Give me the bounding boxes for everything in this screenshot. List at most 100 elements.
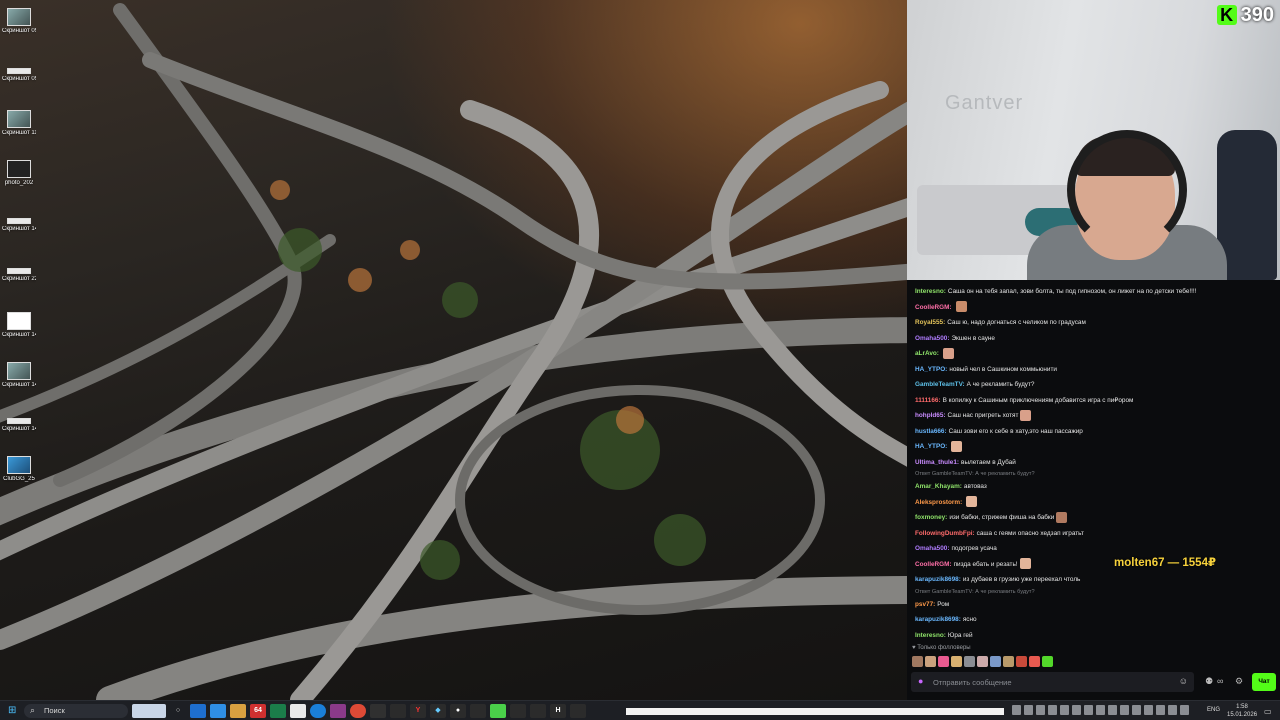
headset <box>1067 130 1187 250</box>
chat-send-button[interactable]: Чат <box>1252 673 1276 691</box>
gear-icon[interactable]: ⚙ <box>1235 676 1243 687</box>
desktop-app-icon[interactable]: ClubGG_25 <box>2 456 36 483</box>
chat-message: FollowingDumbFpi: саша с геями опасно хед… <box>915 526 1275 542</box>
emoji-icon[interactable]: ☺ <box>1179 676 1188 686</box>
outlook-icon[interactable] <box>190 704 206 718</box>
tray-icon[interactable] <box>1012 705 1021 715</box>
tray-icon[interactable] <box>1072 705 1081 715</box>
tray-icon[interactable] <box>1156 705 1165 715</box>
app-icon[interactable] <box>470 704 486 718</box>
desktop-file-icon[interactable]: Скриншот 22_15_06.jpg <box>2 262 36 283</box>
chat-username[interactable]: Ultima_thule1: <box>915 459 959 466</box>
desktop-file-icon[interactable]: Скриншот 14-01-20 <box>2 212 36 233</box>
file-icon[interactable] <box>290 704 306 718</box>
terminal-icon[interactable] <box>270 704 286 718</box>
tray-icon[interactable] <box>1060 705 1069 715</box>
emote-icon[interactable] <box>912 656 923 667</box>
news-widget-icon[interactable] <box>132 704 166 718</box>
emote-icon[interactable] <box>925 656 936 667</box>
chat-username[interactable]: CoolleRGM: <box>915 304 952 311</box>
chat-username[interactable]: karapuzik8698: <box>915 616 961 623</box>
chat-username[interactable]: karapuzik8698: <box>915 576 961 583</box>
chat-username[interactable]: psv77: <box>915 601 935 608</box>
desktop-file-icon[interactable]: Скриншот 09-01-20 <box>2 8 36 35</box>
language-indicator[interactable]: ENG <box>1207 707 1220 713</box>
desktop-file-icon[interactable]: Скриншот 14-01-20 <box>2 412 36 433</box>
emote-icon[interactable] <box>938 656 949 667</box>
emote-icon[interactable] <box>1029 656 1040 667</box>
kick-app-icon[interactable] <box>490 704 506 718</box>
chat-username[interactable]: CoolleRGM: <box>915 561 952 568</box>
desktop-file-icon[interactable]: Скриншот 14-01-20 <box>2 362 36 389</box>
chrome-icon[interactable] <box>350 704 366 718</box>
tray-icon[interactable] <box>1168 705 1177 715</box>
notification-bell-icon[interactable]: ▭ <box>1264 707 1272 716</box>
chat-username[interactable]: Amar_Khayam: <box>915 483 962 490</box>
chat-username[interactable]: hohpld65: <box>915 412 946 419</box>
yandex-icon[interactable]: Y <box>410 704 426 718</box>
emote-icon[interactable] <box>1042 656 1053 667</box>
chat-username[interactable]: HA_YTPO: <box>915 443 947 450</box>
tray-icon[interactable] <box>1084 705 1093 715</box>
tray-icon[interactable] <box>1180 705 1189 715</box>
desktop-file-icon[interactable]: Скриншот 14-01-20 <box>2 312 36 339</box>
chat-username[interactable]: HA_YTPO: <box>915 366 947 373</box>
chat-username[interactable]: Omaha500: <box>915 335 949 342</box>
chat-username[interactable]: aLrAvo: <box>915 350 939 357</box>
app-icon[interactable] <box>530 704 546 718</box>
microphone-icon[interactable]: ● <box>918 676 923 686</box>
taskbar-search[interactable]: ⌕ Поиск <box>24 704 128 718</box>
infinity-icon[interactable]: ∞ <box>1217 676 1223 686</box>
desktop-file-icon[interactable]: Скриншот 09-01-20 <box>2 62 36 83</box>
chat-emote-icon <box>1019 558 1031 570</box>
chat-message-input[interactable] <box>933 674 1173 690</box>
app-icon[interactable] <box>390 704 406 718</box>
chat-username[interactable]: 1111166: <box>915 397 941 404</box>
task-view-icon[interactable]: ○ <box>170 704 186 718</box>
tray-icon[interactable] <box>1048 705 1057 715</box>
people-icon[interactable]: ⚉ <box>1205 676 1213 687</box>
app-icon[interactable] <box>510 704 526 718</box>
edge-icon[interactable] <box>310 704 326 718</box>
app-icon[interactable] <box>330 704 346 718</box>
chat-username[interactable]: Royal555: <box>915 319 945 326</box>
chat-message: Amar_Khayam: автоваз <box>915 479 1275 495</box>
app-icon[interactable] <box>570 704 586 718</box>
chat-input-box[interactable]: ● ☺ <box>911 672 1194 692</box>
app-icon[interactable] <box>370 704 386 718</box>
emote-icon[interactable] <box>951 656 962 667</box>
chat-username[interactable]: hustla666: <box>915 428 947 435</box>
obs-icon[interactable]: ● <box>450 704 466 718</box>
emote-icon[interactable] <box>1003 656 1014 667</box>
desktop-file-icon[interactable]: Скриншот 11-01-20 <box>2 110 36 137</box>
tray-icon[interactable] <box>1144 705 1153 715</box>
follower-counter: K 390 <box>1216 4 1274 26</box>
emote-icon[interactable] <box>1016 656 1027 667</box>
chat-username[interactable]: foxmoney: <box>915 514 947 521</box>
app-icon[interactable]: ◆ <box>430 704 446 718</box>
pencil-app-icon[interactable] <box>230 704 246 718</box>
emote-icon[interactable] <box>990 656 1001 667</box>
chat-username[interactable]: FollowingDumbFpi: <box>915 530 975 537</box>
windows-start-icon[interactable]: ⊞ <box>8 705 16 716</box>
tray-icon[interactable] <box>1132 705 1141 715</box>
tray-icon[interactable] <box>1096 705 1105 715</box>
desktop-file-icon[interactable]: photo_202 <box>2 160 36 187</box>
tray-icon[interactable] <box>1036 705 1045 715</box>
clock[interactable]: 1:58 15.01.2026 <box>1227 703 1257 719</box>
chat-username[interactable]: Interesno: <box>915 288 946 295</box>
app-icon[interactable]: H <box>550 704 566 718</box>
chat-username[interactable]: GambleTeamTV: <box>915 381 965 388</box>
chat-username[interactable]: Aleksprostorm: <box>915 499 962 506</box>
tray-icon[interactable] <box>1024 705 1033 715</box>
app-64-icon[interactable]: 64 <box>250 704 266 718</box>
chat-username[interactable]: Interesno: <box>915 632 946 639</box>
tray-icon[interactable] <box>1108 705 1117 715</box>
chat-text: Юра гей <box>947 631 973 639</box>
emote-icon[interactable] <box>964 656 975 667</box>
emote-icon[interactable] <box>977 656 988 667</box>
chat-message: foxmoney: изи бабки, стрижем фиша на бабк… <box>915 510 1275 526</box>
chat-username[interactable]: Omaha500: <box>915 545 949 552</box>
photos-icon[interactable] <box>210 704 226 718</box>
tray-icon[interactable] <box>1120 705 1129 715</box>
